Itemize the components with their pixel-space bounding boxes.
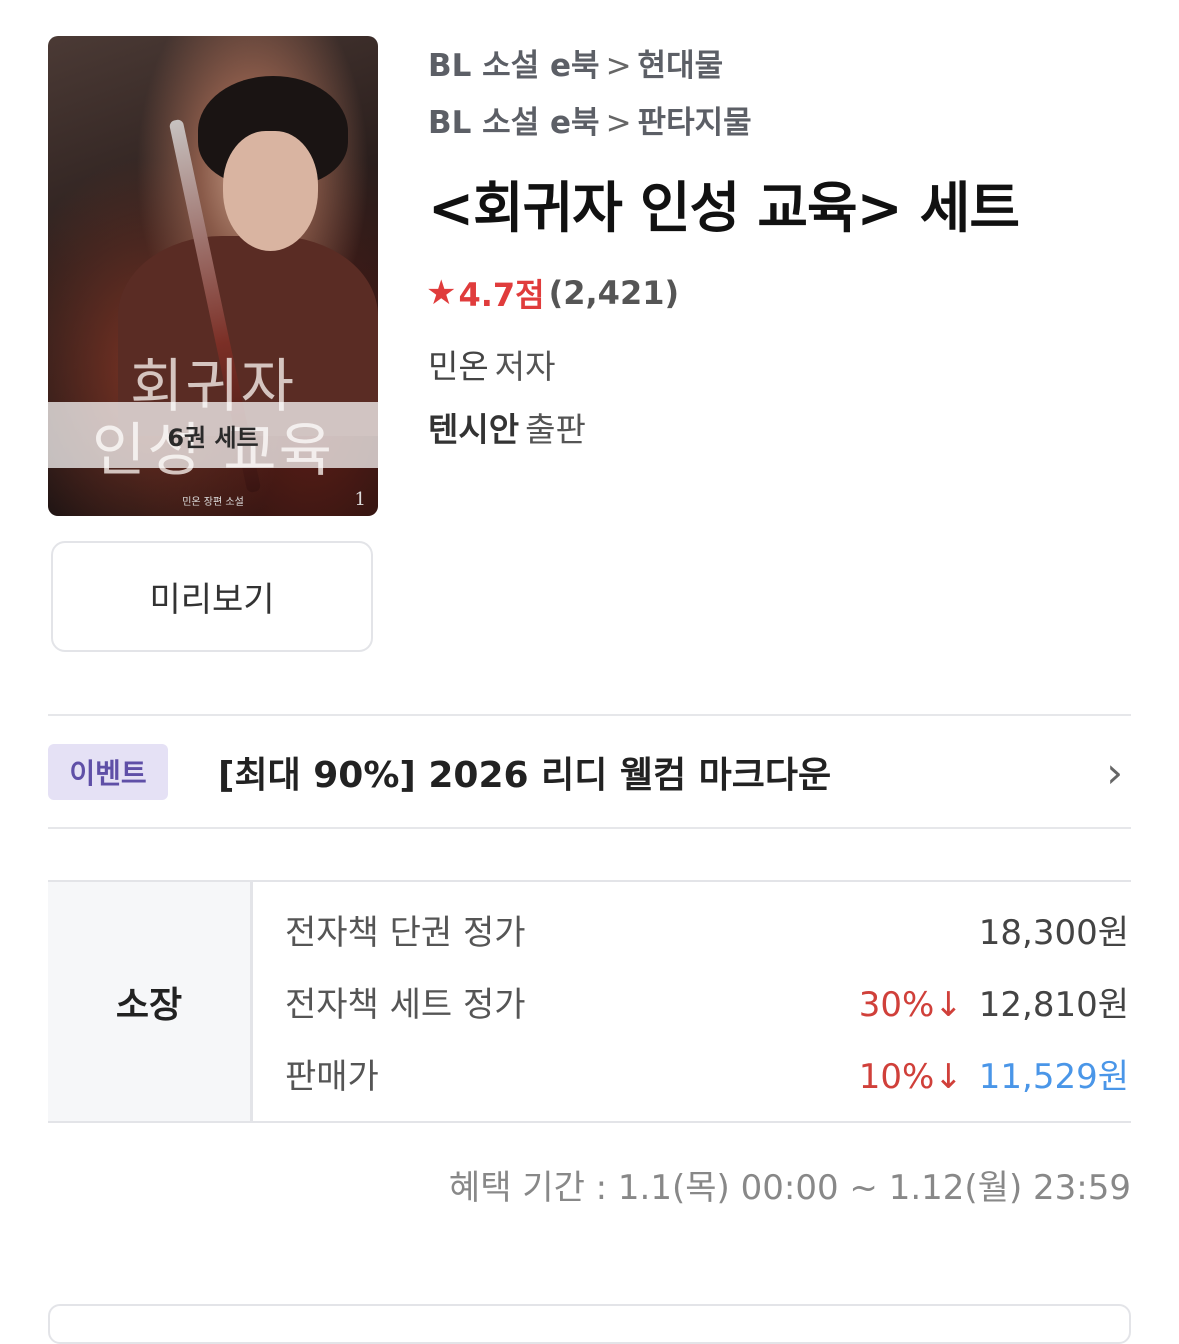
event-badge: 이벤트 [48,744,168,800]
preview-button[interactable]: 미리보기 [51,541,373,652]
cover-author: 민온 장편 소설 [182,497,244,508]
price-table: 소장 전자책 단권 정가 18,300원 전자책 세트 정가 30%↓ 12,81… [48,880,1131,1123]
price-row-discount: 10%↓ [858,1056,963,1097]
breadcrumb-genre[interactable]: 현대물 [638,48,724,84]
event-text: [최대 90%] 2026 리디 웰컴 마크다운 [218,755,832,796]
price-row-value: 18,300원 [978,912,1129,953]
bottom-card [48,1304,1131,1344]
chevron-right-icon: › [1106,747,1123,797]
set-count-band: 6권 세트 [48,402,378,468]
price-section-label: 소장 [48,882,253,1121]
breadcrumb-genre[interactable]: 판타지물 [638,105,752,141]
breadcrumb-separator: > [605,105,632,141]
price-row: 전자책 단권 정가 18,300원 [285,904,1129,954]
price-row-label: 전자책 단권 정가 [285,912,526,953]
breadcrumb-category[interactable]: BL 소설 e북 [428,105,600,141]
book-cover[interactable]: 회귀자 인성 교육 6권 세트 민온 장편 소설 1 [48,36,378,516]
star-icon: ★ [426,273,457,313]
author-line: 민온 저자 [428,340,555,388]
sale-price-value: 11,529원 [978,1056,1129,1097]
breadcrumb-2: BL 소설 e북 > 판타지물 [428,97,752,142]
author-name[interactable]: 민온 [428,347,489,386]
breadcrumb-separator: > [605,48,632,84]
price-row-value: 12,810원 [978,984,1129,1025]
rating[interactable]: ★ 4.7점 (2,421) [426,270,679,316]
price-row: 전자책 세트 정가 30%↓ 12,810원 [285,976,1129,1026]
price-row-label: 전자책 세트 정가 [285,984,526,1025]
price-row: 판매가 10%↓ 11,529원 [285,1048,1129,1098]
breadcrumb-category[interactable]: BL 소설 e북 [428,48,600,84]
publisher-role: 출판 [525,410,586,449]
publisher-line: 텐시안 출판 [428,403,586,451]
breadcrumb-1: BL 소설 e북 > 현대물 [428,40,723,85]
divider [48,827,1131,829]
rating-count: (2,421) [548,274,680,312]
rating-score: 4.7점 [458,276,545,314]
book-title: <회귀자 인성 교육> 세트 [428,176,1020,240]
author-role: 저자 [494,347,556,386]
publisher-name[interactable]: 텐시안 [428,410,519,449]
price-rows: 전자책 단권 정가 18,300원 전자책 세트 정가 30%↓ 12,810원 … [253,882,1131,1121]
cover-figure-face [223,131,318,251]
price-row-label: 판매가 [285,1056,379,1097]
event-banner[interactable]: 이벤트 [최대 90%] 2026 리디 웰컴 마크다운 › [48,716,1131,828]
price-row-discount: 30%↓ [858,984,963,1025]
benefit-period: 혜택 기간 : 1.1(목) 00:00 ~ 1.12(월) 23:59 [448,1168,1131,1208]
cover-volume-number: 1 [354,489,366,510]
